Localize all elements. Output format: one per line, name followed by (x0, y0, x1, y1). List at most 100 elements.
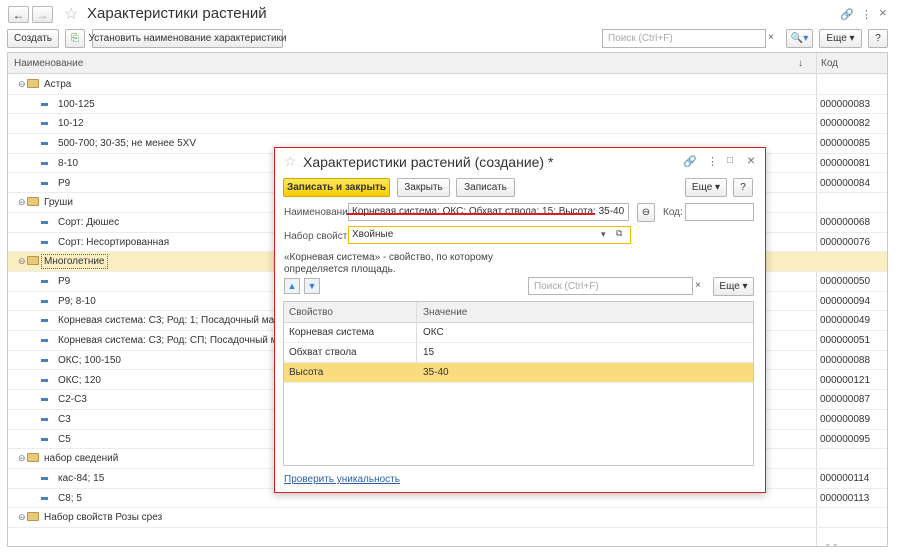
save-close-button[interactable]: Записать и закрыть (283, 178, 390, 197)
item-code: 000000085 (820, 138, 871, 150)
search-button[interactable]: 🔍▾ (786, 29, 813, 48)
close-icon[interactable]: × (879, 5, 887, 20)
clear-search-icon[interactable]: × (768, 32, 774, 43)
folder-icon (27, 453, 39, 463)
item-icon (41, 102, 48, 106)
resize-grip-icon[interactable]: ⌄⌄ (824, 538, 839, 549)
collapse-icon[interactable]: ⊖ (18, 197, 26, 208)
more-button[interactable]: Еще ▾ (819, 29, 862, 48)
col-name-header[interactable]: Наименование (14, 58, 83, 69)
col-code-header[interactable]: Код (821, 58, 838, 69)
save-button[interactable]: Записать (456, 178, 515, 197)
group-row[interactable]: ⊖ Астра (8, 75, 887, 95)
collapse-icon[interactable]: ⊖ (18, 256, 26, 267)
property-row[interactable]: Обхват ствола 15 (284, 343, 753, 363)
group-name: Груши (44, 197, 73, 209)
item-icon (41, 181, 48, 185)
star-icon[interactable]: ☆ (284, 153, 297, 170)
maximize-icon[interactable]: □ (727, 155, 733, 166)
list-header: Наименование ↓ Код (8, 53, 887, 74)
page-title: Характеристики растений (87, 5, 267, 22)
help-button[interactable]: ? (868, 29, 888, 48)
group-row[interactable]: ⊖ Набор свойств Розы срез (8, 508, 887, 529)
collapse-icon[interactable]: ⊖ (18, 453, 26, 464)
table-row[interactable]: 100-125 000000083 (8, 95, 887, 115)
more-icon[interactable]: ⋮ (707, 155, 718, 168)
folder-icon (27, 197, 39, 207)
item-name: 500-700; 30-35; не менее 5XV (58, 138, 197, 150)
item-icon (41, 319, 48, 323)
item-name: 8-10 (58, 157, 79, 169)
search-input[interactable]: Поиск (Ctrl+F) (602, 29, 766, 48)
item-name: 10-12 (58, 118, 84, 130)
property-value[interactable]: 35-40 (423, 367, 449, 378)
item-name: С5 (58, 433, 71, 445)
clear-search-icon[interactable]: × (695, 280, 701, 291)
collapse-icon[interactable]: ⊖ (18, 79, 26, 90)
props-more-button[interactable]: Еще ▾ (713, 277, 754, 296)
dropdown-icon[interactable]: ▾ (601, 229, 606, 240)
properties-table[interactable]: Свойство Значение Корневая система ОКС Обх… (283, 301, 754, 466)
folder-icon (27, 256, 39, 266)
item-name: Р9 (58, 177, 71, 189)
item-name: С3 (58, 413, 71, 425)
star-icon[interactable]: ☆ (64, 4, 78, 24)
link-icon[interactable]: 🔗 (840, 8, 854, 21)
item-code: 000000113 (820, 492, 870, 504)
set-name-button[interactable]: Установить наименование характеристики (88, 29, 287, 48)
name-label: Наименование: (284, 207, 357, 218)
item-icon (41, 280, 48, 283)
item-icon (41, 240, 48, 244)
property-value[interactable]: ОКС (423, 327, 444, 338)
help-button[interactable]: ? (733, 178, 753, 197)
item-code: 000000081 (820, 157, 871, 169)
property-set-field[interactable]: Хвойные ▾ ⧉ (348, 226, 631, 244)
forward-arrow-icon: → (36, 7, 49, 22)
forward-button[interactable]: → (32, 6, 53, 23)
item-code: 000000121 (820, 374, 871, 386)
link-icon[interactable]: 🔗 (683, 155, 697, 168)
move-up-button[interactable]: ▲ (284, 278, 300, 294)
item-code: 000000114 (820, 473, 870, 484)
check-uniqueness-link[interactable]: Проверить уникальность (284, 474, 400, 485)
code-label: Код: (663, 207, 683, 218)
copy-icon: ⎘ (71, 33, 79, 44)
item-icon (41, 339, 48, 343)
item-icon (41, 142, 48, 146)
close-icon[interactable]: × (747, 152, 755, 168)
item-code: 000000089 (820, 413, 871, 425)
move-down-button[interactable]: ▼ (304, 278, 320, 294)
table-row[interactable]: 10-12 000000082 (8, 114, 887, 135)
property-row[interactable]: Высота 35-40 (284, 363, 753, 383)
prev-button[interactable]: ⊖ (637, 203, 655, 222)
item-icon (41, 378, 48, 382)
item-icon (41, 220, 48, 224)
item-code: 000000049 (820, 315, 871, 327)
collapse-icon[interactable]: ⊖ (18, 512, 26, 523)
more-icon[interactable]: ⋮ (861, 8, 872, 21)
props-search-input[interactable]: Поиск (Ctrl+F) (528, 277, 693, 295)
group-name: Набор свойств Розы срез (44, 512, 163, 524)
move-down-icon: ▼ (307, 281, 317, 291)
sort-icon[interactable]: ↓ (798, 58, 803, 69)
name-field[interactable]: Корневая система: ОКС; Обхват ствола: 15… (348, 203, 629, 221)
property-name: Корневая система (289, 327, 375, 338)
back-button[interactable]: ← (8, 6, 29, 23)
col-value-header[interactable]: Значение (423, 307, 467, 318)
close-button[interactable]: Закрыть (397, 178, 450, 197)
property-row[interactable]: Корневая система ОКС (284, 323, 753, 343)
item-name: ОКС; 120 (58, 374, 101, 386)
item-name: Сорт: Дюшес (58, 216, 120, 228)
folder-icon (27, 512, 39, 522)
set-label: Набор свойств: (284, 231, 356, 242)
code-field[interactable] (685, 203, 754, 221)
more-button[interactable]: Еще ▾ (685, 178, 727, 197)
property-value[interactable]: 15 (423, 347, 434, 358)
open-icon[interactable]: ⧉ (616, 228, 622, 239)
item-name: 100-125 (58, 98, 95, 110)
item-code: 000000095 (820, 433, 871, 445)
copy-button[interactable]: ⎘ (65, 29, 85, 48)
item-name: Р9 (58, 276, 71, 287)
col-prop-header[interactable]: Свойство (289, 307, 333, 318)
create-button[interactable]: Создать (7, 29, 59, 48)
